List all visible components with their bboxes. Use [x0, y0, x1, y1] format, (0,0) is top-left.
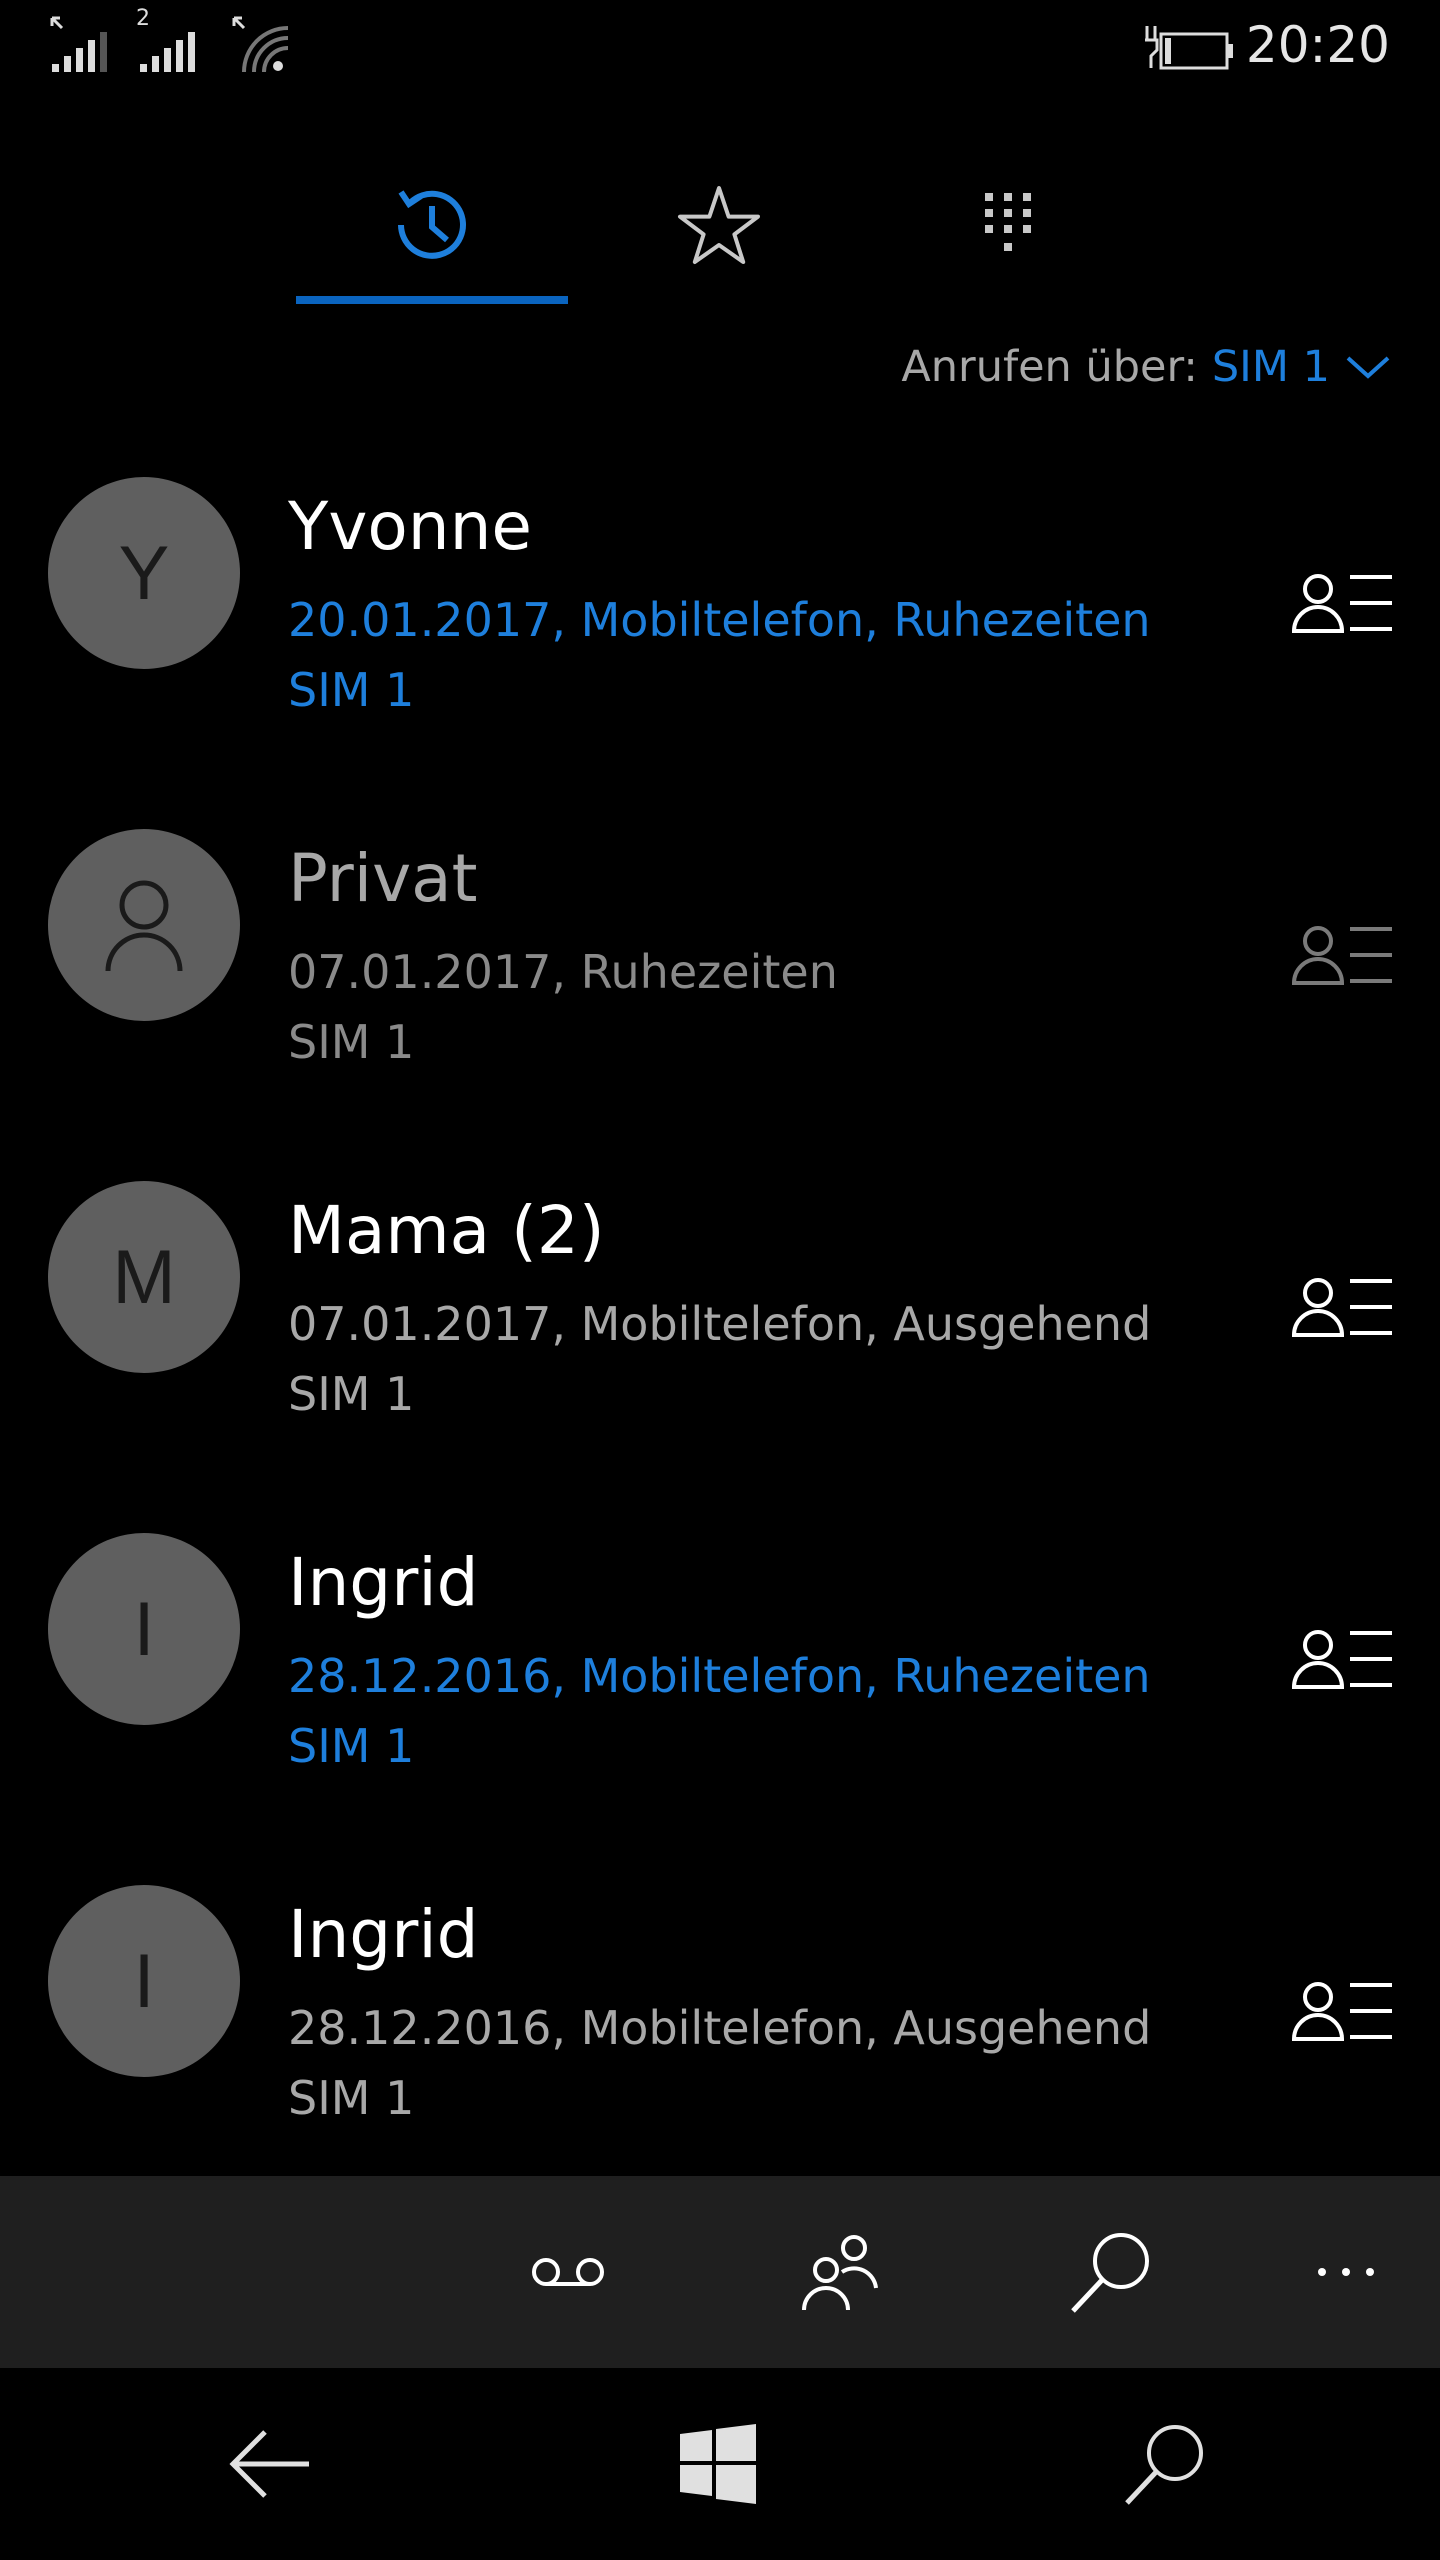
- search-button[interactable]: [1032, 2176, 1192, 2368]
- search-icon: [1125, 2425, 1203, 2505]
- more-icon: [1318, 2268, 1374, 2276]
- contact-name: Yvonne: [288, 488, 533, 565]
- avatar: M: [48, 1181, 240, 1373]
- call-row[interactable]: M Mama (2) 07.01.2017, Mobiltelefon, Aus…: [0, 1149, 1440, 1501]
- contact-details-icon[interactable]: [1290, 1979, 1394, 2043]
- avatar: I: [48, 1885, 240, 2077]
- start-button[interactable]: [618, 2368, 818, 2560]
- status-bar: 2 20:20: [0, 0, 1440, 96]
- call-detail: 07.01.2017, Ruhezeiten: [288, 945, 838, 999]
- contact-details-icon[interactable]: [1290, 1627, 1394, 1691]
- contact-name: Privat: [288, 840, 478, 917]
- contacts-button[interactable]: [760, 2176, 920, 2368]
- call-sim: SIM 1: [288, 1719, 415, 1773]
- contact-details-icon[interactable]: [1290, 571, 1394, 635]
- avatar: [48, 829, 240, 1021]
- contacts-icon: [802, 2235, 878, 2311]
- call-detail: 28.12.2016, Mobiltelefon, Ruhezeiten: [288, 1649, 1151, 1703]
- unknown-person-icon: [105, 880, 183, 972]
- search-button[interactable]: [1066, 2368, 1266, 2560]
- contact-name: Mama (2): [288, 1192, 605, 1269]
- sim2-label: 2: [136, 6, 150, 31]
- voicemail-icon: [532, 2258, 604, 2286]
- navigation-bar: [0, 2368, 1440, 2560]
- voicemail-button[interactable]: [488, 2176, 648, 2368]
- call-sim: SIM 1: [288, 1015, 415, 1069]
- tab-history[interactable]: [297, 150, 567, 300]
- history-icon: [398, 190, 466, 259]
- avatar: I: [48, 1533, 240, 1725]
- wifi-icon: [232, 16, 289, 73]
- call-history-list: Y Yvonne 20.01.2017, Mobiltelefon, Ruhez…: [0, 445, 1440, 2205]
- call-sim: SIM 1: [288, 663, 415, 717]
- call-detail: 07.01.2017, Mobiltelefon, Ausgehend: [288, 1297, 1152, 1351]
- battery-icon: [1145, 26, 1233, 70]
- contact-details-icon[interactable]: [1290, 1275, 1394, 1339]
- back-icon: [229, 2430, 309, 2498]
- call-detail: 28.12.2016, Mobiltelefon, Ausgehend: [288, 2001, 1152, 2055]
- call-sim: SIM 1: [288, 2071, 415, 2125]
- avatar: Y: [48, 477, 240, 669]
- clock: 20:20: [1245, 16, 1390, 74]
- call-row[interactable]: Y Yvonne 20.01.2017, Mobiltelefon, Ruhez…: [0, 445, 1440, 797]
- search-icon: [1071, 2233, 1149, 2313]
- call-row[interactable]: I Ingrid 28.12.2016, Mobiltelefon, Ruhez…: [0, 1501, 1440, 1853]
- chevron-down-icon: [1346, 356, 1390, 379]
- more-button[interactable]: [1266, 2176, 1426, 2368]
- contact-details-icon[interactable]: [1290, 923, 1394, 987]
- star-icon: [678, 186, 760, 264]
- signal-sim1-icon: [50, 16, 107, 72]
- pivot-tabs: [0, 150, 1440, 310]
- app-bar: [0, 2176, 1440, 2368]
- call-via-value: SIM 1: [1211, 342, 1330, 392]
- dialpad-icon: [985, 193, 1031, 251]
- active-tab-indicator: [296, 296, 568, 304]
- tab-favorites[interactable]: [584, 150, 854, 300]
- call-row[interactable]: I Ingrid 28.12.2016, Mobiltelefon, Ausge…: [0, 1853, 1440, 2205]
- call-row[interactable]: Privat 07.01.2017, Ruhezeiten SIM 1: [0, 797, 1440, 1149]
- call-detail: 20.01.2017, Mobiltelefon, Ruhezeiten: [288, 593, 1151, 647]
- call-sim: SIM 1: [288, 1367, 415, 1421]
- tab-keypad[interactable]: [873, 150, 1143, 300]
- back-button[interactable]: [170, 2368, 370, 2560]
- contact-name: Ingrid: [288, 1896, 479, 1973]
- call-via-selector[interactable]: Anrufen über: SIM 1: [901, 342, 1392, 392]
- windows-icon: [680, 2424, 756, 2504]
- contact-name: Ingrid: [288, 1544, 479, 1621]
- call-via-label: Anrufen über:: [901, 342, 1198, 392]
